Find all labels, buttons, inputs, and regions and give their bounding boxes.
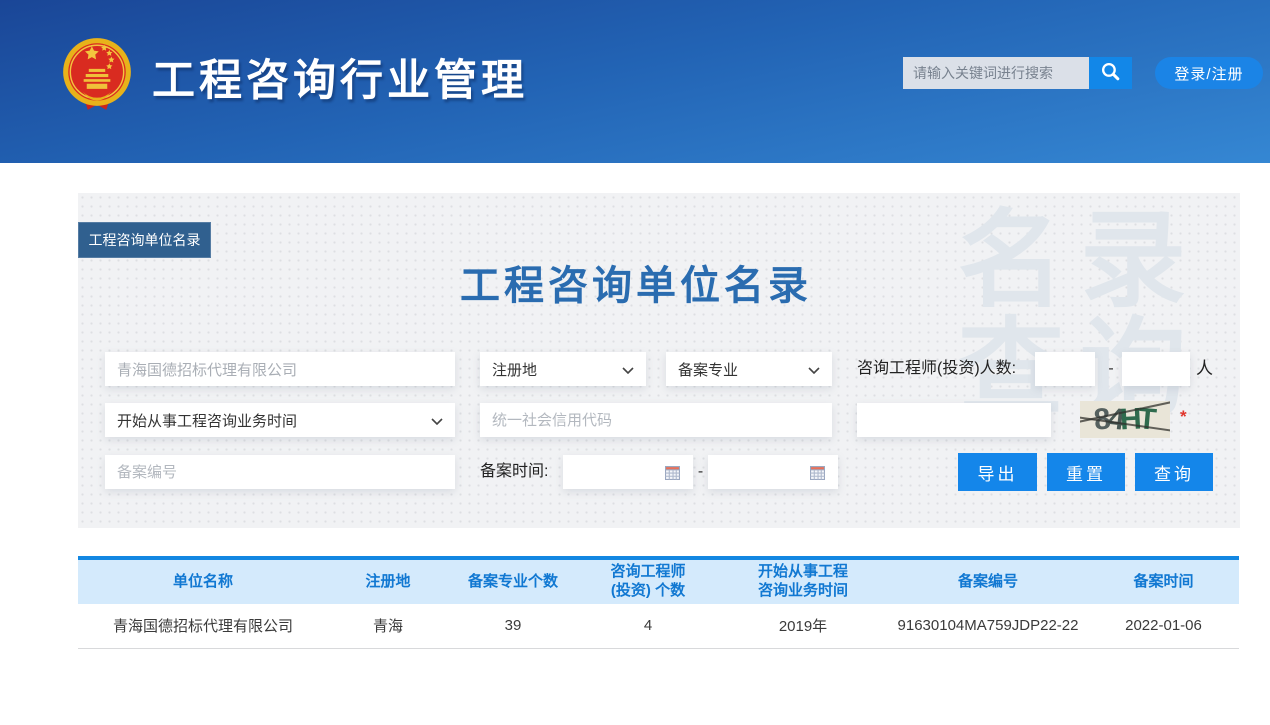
business-start-time-select[interactable]: 开始从事工程咨询业务时间 xyxy=(105,403,455,437)
captcha-input[interactable] xyxy=(857,403,1051,437)
column-header-registered-place: 注册地 xyxy=(328,560,448,604)
captcha-image[interactable]: 8 4 H T xyxy=(1080,401,1170,438)
required-asterisk: * xyxy=(1180,407,1187,427)
site-title: 工程咨询行业管理 xyxy=(152,46,528,108)
cell-unit-name: 青海国德招标代理有限公司 xyxy=(78,604,328,648)
cell-engineer-count: 4 xyxy=(578,604,718,648)
filing-time-start-input[interactable] xyxy=(563,455,693,489)
business-start-time-selected-value: 开始从事工程咨询业务时间 xyxy=(117,410,297,431)
query-form: 注册地 备案专业 咨询工程师(投资)人数: - 人 开始从事工程咨询业务时间 xyxy=(78,193,1240,528)
chevron-down-icon xyxy=(622,361,634,378)
filing-specialty-selected-value: 备案专业 xyxy=(678,359,738,380)
engineer-count-label: 咨询工程师(投资)人数: xyxy=(857,352,1016,386)
header-search-button[interactable] xyxy=(1089,57,1132,89)
filing-specialty-select[interactable]: 备案专业 xyxy=(666,352,832,386)
column-header-unit-name: 单位名称 xyxy=(78,560,328,604)
cell-filing-number: 91630104MA759JDP22-22 xyxy=(888,604,1088,648)
table-header-row: 单位名称 注册地 备案专业个数 咨询工程师 (投资) 个数 开始从事工程 咨询业… xyxy=(78,560,1239,604)
person-unit-label: 人 xyxy=(1196,352,1213,386)
export-button[interactable]: 导出 xyxy=(958,453,1037,491)
table-row[interactable]: 青海国德招标代理有限公司 青海 39 4 2019年 91630104MA759… xyxy=(78,604,1239,648)
company-name-input[interactable] xyxy=(105,352,455,386)
query-button[interactable]: 查询 xyxy=(1135,453,1213,491)
filing-time-end-input[interactable] xyxy=(708,455,838,489)
cell-business-start: 2019年 xyxy=(718,604,888,648)
range-separator: - xyxy=(693,455,708,489)
reset-button[interactable]: 重置 xyxy=(1047,453,1125,491)
cell-specialty-count: 39 xyxy=(448,604,578,648)
range-separator: - xyxy=(1102,352,1120,386)
chevron-down-icon xyxy=(431,412,443,429)
column-header-filing-number: 备案编号 xyxy=(888,560,1088,604)
engineer-count-max-input[interactable] xyxy=(1122,352,1190,386)
tab-consulting-unit-directory[interactable]: 工程咨询单位名录 xyxy=(78,222,211,258)
filing-time-label: 备案时间: xyxy=(480,455,548,489)
national-emblem-logo xyxy=(58,34,136,114)
registered-place-selected-value: 注册地 xyxy=(492,359,537,380)
column-header-specialty-count: 备案专业个数 xyxy=(448,560,578,604)
registered-place-select[interactable]: 注册地 xyxy=(480,352,646,386)
credit-code-input[interactable] xyxy=(480,403,832,437)
page: 工程咨询行业管理 登录/注册 名录 查询 工程咨询单位名录 工程咨询单位名录 注… xyxy=(0,0,1270,725)
cell-registered-place: 青海 xyxy=(328,604,448,648)
column-header-business-start: 开始从事工程 咨询业务时间 xyxy=(718,560,888,604)
column-header-filing-time: 备案时间 xyxy=(1088,560,1239,604)
column-header-engineer-count: 咨询工程师 (投资) 个数 xyxy=(578,560,718,604)
directory-query-panel: 名录 查询 工程咨询单位名录 工程咨询单位名录 注册地 备案专业 咨询工程师(投… xyxy=(78,193,1240,528)
chevron-down-icon xyxy=(808,361,820,378)
cell-filing-time: 2022-01-06 xyxy=(1088,604,1239,648)
engineer-count-min-input[interactable] xyxy=(1035,352,1095,386)
search-icon xyxy=(1100,61,1121,85)
login-register-button[interactable]: 登录/注册 xyxy=(1155,57,1263,89)
site-header: 工程咨询行业管理 登录/注册 xyxy=(0,0,1270,163)
header-search-input[interactable] xyxy=(903,57,1089,89)
filing-number-input[interactable] xyxy=(105,455,455,489)
results-table: 单位名称 注册地 备案专业个数 咨询工程师 (投资) 个数 开始从事工程 咨询业… xyxy=(78,556,1239,649)
